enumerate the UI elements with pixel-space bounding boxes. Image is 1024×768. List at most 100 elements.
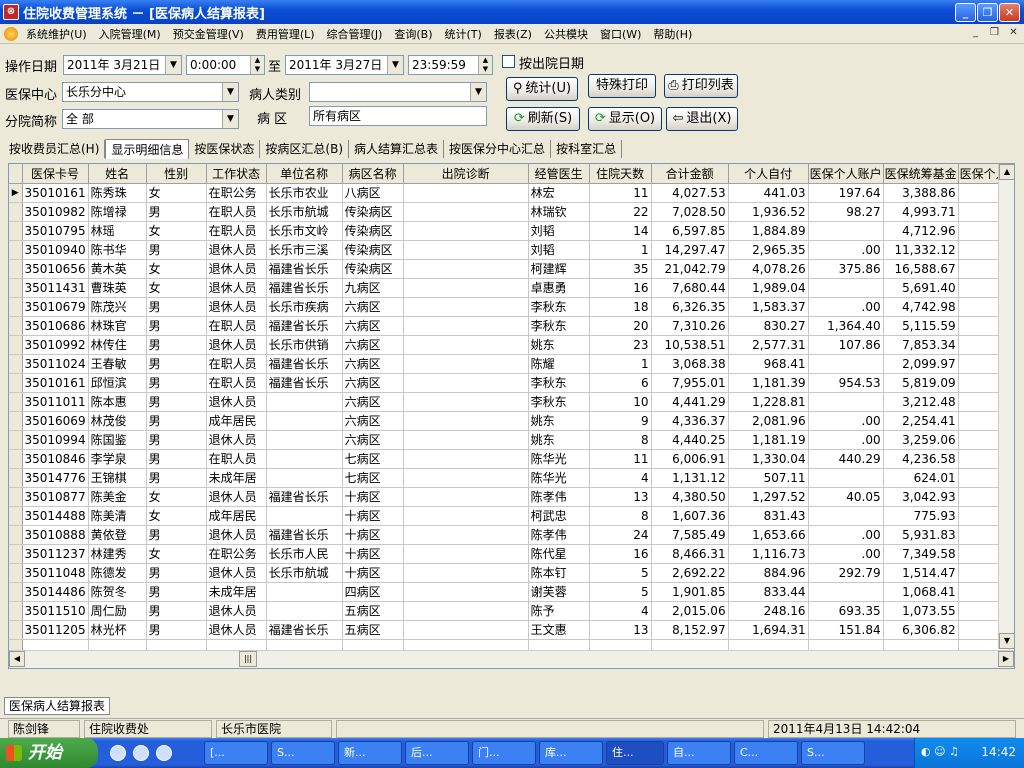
menu-system[interactable]: 系统维护(U) [20, 26, 93, 42]
task-button[interactable]: 库... [539, 741, 603, 765]
scroll-thumb[interactable]: ||| [239, 651, 257, 667]
task-button[interactable]: 后... [405, 741, 469, 765]
task-button[interactable]: 新... [338, 741, 402, 765]
table-row[interactable]: 35014486 陈贺冬男未成年居 四病区 谢芙蓉 5 1,901.85 833.44 1,0… [9, 582, 1010, 602]
column-header[interactable]: 住院天数 [589, 164, 652, 184]
column-header[interactable]: 合计金额 [651, 164, 729, 184]
task-button[interactable]: 自... [667, 741, 731, 765]
row-selector[interactable] [9, 411, 23, 431]
mdi-minimize-icon[interactable]: _ [968, 26, 983, 40]
row-selector[interactable] [9, 601, 23, 621]
column-header[interactable]: 出院诊断 [403, 164, 529, 184]
quicklaunch-icon[interactable] [156, 745, 172, 761]
table-row[interactable]: 35010846 李学泉男在职人员 七病区 陈华光 11 6,006.91 1,330.04… [9, 449, 1010, 469]
refresh-button[interactable]: ⟳ 刷新(S) [506, 107, 580, 131]
table-row[interactable]: 35011510 周仁励男退休人员 五病区 陈予 4 2,015.06 248.16 693.… [9, 601, 1010, 621]
column-header[interactable]: 单位名称 [266, 164, 343, 184]
row-selector[interactable] [9, 221, 23, 241]
tab-by-status[interactable]: 按医保状态 [189, 140, 261, 158]
table-row[interactable]: 35011205 林光杯男退休人员 福建省长乐 五病区 王文惠 13 8,152.97 1,6… [9, 620, 1010, 640]
column-header[interactable]: 病区名称 [342, 164, 404, 184]
table-row[interactable]: 35010679 陈茂兴男退休人员 长乐市疾病 六病区 李秋东 18 6,326.35 1,5… [9, 297, 1010, 317]
exit-button[interactable]: ⇦ 退出(X) [666, 107, 738, 131]
row-selector[interactable] [9, 449, 23, 469]
row-selector[interactable] [9, 468, 23, 488]
task-button[interactable]: S... [271, 741, 335, 765]
table-row[interactable]: 35011048 陈德发男退休人员 长乐市航城 十病区 陈本钉 5 2,692.22 884.… [9, 563, 1010, 583]
table-row[interactable]: 35010982 陈增禄男在职人员 长乐市航城 传染病区 林瑞钦 22 7,028.50 1,… [9, 202, 1010, 222]
table-row[interactable]: 35010656 黄木英女退休人员 福建省长乐 传染病区 柯建辉 35 21,042.79 4… [9, 259, 1010, 279]
task-button[interactable]: C... [734, 741, 798, 765]
time-to-field[interactable]: 23:59:59 ▲ ▼ [408, 55, 493, 75]
spinner-icon[interactable]: ▲ ▼ [478, 56, 492, 74]
tab-detail[interactable]: 显示明细信息 [105, 139, 190, 159]
tray-icons[interactable]: ◐ ☺ ♫ [921, 745, 959, 758]
table-row[interactable]: ▶ 35010161 陈秀珠女在职公务 长乐市农业 八病区 林宏 11 4,027.53 441… [9, 183, 1010, 203]
time-from-field[interactable]: 0:00:00 ▲ ▼ [186, 55, 265, 75]
task-button[interactable]: 住... [606, 741, 664, 765]
tab-by-subcenter[interactable]: 按医保分中心汇总 [444, 140, 552, 158]
close-button[interactable]: ✕ [999, 3, 1020, 22]
mdi-close-icon[interactable]: ✕ [1006, 26, 1021, 40]
row-selector[interactable] [9, 278, 23, 298]
row-selector[interactable] [9, 202, 23, 222]
mdi-restore-icon[interactable]: ❐ [987, 26, 1002, 40]
menu-public[interactable]: 公共模块 [538, 26, 594, 42]
start-button[interactable]: 开始 [0, 738, 98, 768]
tab-by-department[interactable]: 按科室汇总 [551, 140, 623, 158]
row-selector[interactable] [9, 335, 23, 355]
task-button[interactable]: S... [801, 741, 865, 765]
table-row[interactable]: 35010686 林珠官男在职人员 福建省长乐 六病区 李秋东 20 7,310.26 830… [9, 316, 1010, 336]
center-select[interactable]: 长乐分中心 ▼ [62, 82, 239, 102]
row-selector[interactable] [9, 259, 23, 279]
table-row[interactable]: 35010795 林瑶女在职人员 长乐市文岭 传染病区 刘韬 14 6,597.85 1,88… [9, 221, 1010, 241]
row-selector[interactable] [9, 316, 23, 336]
branch-select[interactable]: 全 部 ▼ [62, 109, 239, 129]
print-list-button[interactable]: ⎙ 打印列表 [664, 74, 738, 98]
dropdown-arrow-icon[interactable]: ▼ [222, 83, 238, 101]
table-row[interactable]: 35010994 陈国鉴男退休人员 六病区 姚东 8 4,440.25 1,181.19.0… [9, 430, 1010, 450]
table-row[interactable]: 35016069 林茂俊男成年居民 六病区 姚东 9 4,336.37 2,081.96.0… [9, 411, 1010, 431]
scroll-down-icon[interactable]: ▼ [999, 633, 1014, 649]
menu-statistics[interactable]: 统计(T) [439, 26, 488, 42]
table-row[interactable]: 35010877 陈美金女退休人员 福建省长乐 十病区 陈孝伟 13 4,380.50 1,2… [9, 487, 1010, 507]
ward-input[interactable]: 所有病区 [309, 106, 487, 126]
data-grid[interactable]: 医保卡号 姓名 性别 工作状态 单位名称 病区名称 出院诊断 经管医生 住院天数… [8, 163, 1015, 669]
menu-admission[interactable]: 入院管理(M) [93, 26, 167, 42]
special-print-button[interactable]: 特殊打印 [588, 74, 656, 98]
tab-patient-summary[interactable]: 病人结算汇总表 [349, 140, 445, 158]
menu-help[interactable]: 帮助(H) [647, 26, 698, 42]
table-row[interactable]: 35011024 王春敏男在职人员 福建省长乐 六病区 陈耀 1 3,068.38 968.4… [9, 354, 1010, 374]
row-selector[interactable] [9, 563, 23, 583]
table-row[interactable]: 35010161 邱恒滨男在职人员 福建省长乐 六病区 李秋东 6 7,955.01 1,18… [9, 373, 1010, 393]
table-row[interactable]: 35011011 陈本惠男退休人员 六病区 李秋东 10 4,441.29 1,228.81… [9, 392, 1010, 412]
task-button[interactable]: [... [204, 741, 268, 765]
row-selector[interactable] [9, 487, 23, 507]
column-header[interactable]: 医保统筹基金 [883, 164, 959, 184]
row-selector-arrow-icon[interactable]: ▶ [9, 183, 23, 203]
column-header[interactable]: 性别 [146, 164, 207, 184]
scroll-right-icon[interactable]: ▶ [998, 651, 1014, 667]
date-to-picker[interactable]: 2011年 3月27日 ▼ [285, 55, 404, 75]
menu-general[interactable]: 综合管理(J) [321, 26, 389, 42]
row-selector[interactable] [9, 620, 23, 640]
maximize-button[interactable]: ❐ [977, 3, 998, 22]
column-header[interactable]: 个人自付 [728, 164, 809, 184]
task-button[interactable]: 门... [472, 741, 536, 765]
table-row[interactable]: 35011237 林建秀女在职公务 长乐市人民 十病区 陈代星 16 8,466.31 1,1… [9, 544, 1010, 564]
dropdown-arrow-icon[interactable]: ▼ [387, 56, 403, 74]
spinner-icon[interactable]: ▲ ▼ [250, 56, 264, 74]
row-selector[interactable] [9, 582, 23, 602]
document-tab[interactable]: 医保病人结算报表 [4, 697, 111, 715]
horizontal-scrollbar[interactable]: ◀ ||| ▶ [9, 650, 1014, 668]
menu-query[interactable]: 查询(B) [388, 26, 438, 42]
row-selector[interactable] [9, 525, 23, 545]
menu-window[interactable]: 窗口(W) [594, 26, 647, 42]
row-selector[interactable] [9, 354, 23, 374]
minimize-button[interactable]: _ [955, 3, 976, 22]
column-header[interactable]: 姓名 [88, 164, 147, 184]
row-selector[interactable] [9, 240, 23, 260]
patient-type-select[interactable]: ▼ [309, 82, 487, 102]
show-button[interactable]: ⟳ 显示(O) [588, 107, 662, 131]
scroll-left-icon[interactable]: ◀ [9, 651, 25, 667]
